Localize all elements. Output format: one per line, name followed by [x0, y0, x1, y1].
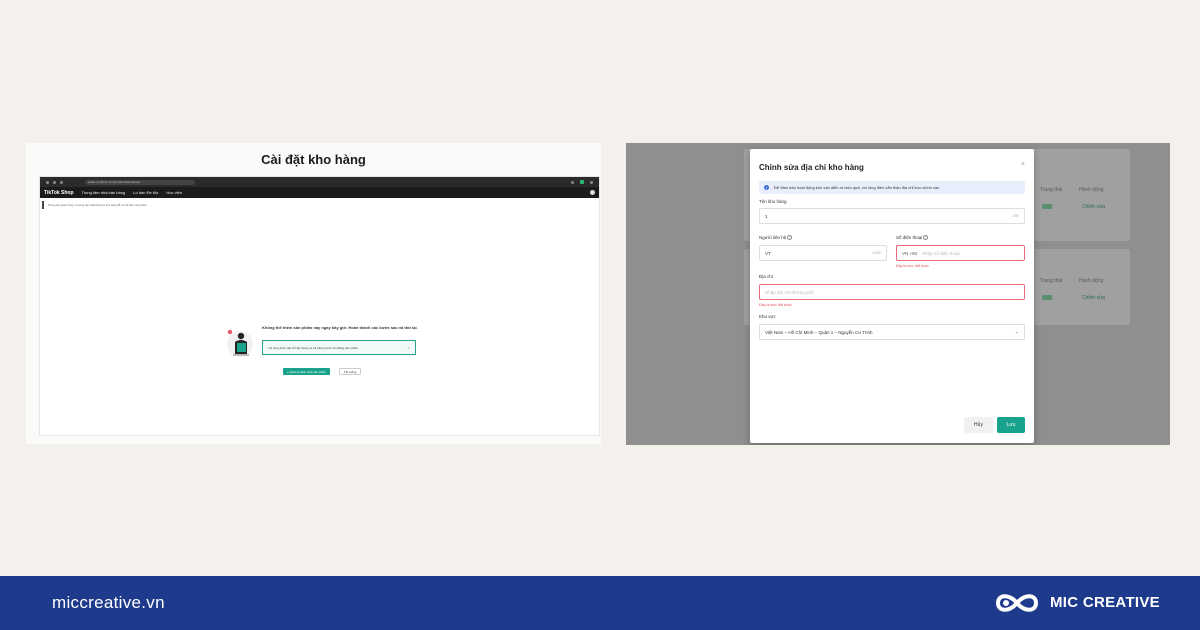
nav-title[interactable]: Trung tâm nhà bán hàng — [82, 190, 126, 195]
contact-label: Người liên hệ? — [759, 235, 793, 241]
address-error: Đây là mục bắt buộc — [759, 303, 792, 307]
right-screenshot: Trạng thái Hành động Chỉnh sửa Trạng thá… — [626, 143, 1170, 445]
info-text: Để đảm bảo hoạt động kho vận diễn ra hiệ… — [774, 185, 941, 190]
phone-label: Số điện thoại? — [896, 235, 929, 241]
download-button[interactable]: Tải xuống — [339, 368, 362, 375]
alert-text: Vui lòng thêm địa chỉ lấy hàng và trả hà… — [268, 345, 359, 350]
phone-prefix[interactable]: VN +84 — [902, 251, 917, 256]
modal-title: Chỉnh sửa địa chỉ kho hàng — [759, 163, 864, 172]
nav-link-0[interactable]: Lo bán Đề Mọ — [133, 190, 158, 195]
info-icon: i — [764, 185, 769, 190]
person-illustration-icon — [227, 329, 253, 357]
address-bar[interactable]: seller-vn.tiktok.com/product/warehouse — [85, 179, 195, 185]
shop-navbar: TikTok Shop Trung tâm nhà bán hàng Lo bá… — [40, 187, 599, 198]
help-icon[interactable]: ? — [787, 235, 793, 241]
bg-status-badge-2 — [1042, 295, 1052, 300]
region-label: Khu vực — [759, 314, 776, 319]
notice-text: Thông báo quan trọng: vui lòng cập nhật … — [48, 203, 148, 207]
region-value: Việt Nam – Hồ Chí Minh – Quận 1 – Nguyễn… — [765, 329, 873, 335]
bg-edit-link[interactable]: Chỉnh sửa — [1082, 204, 1105, 210]
left-title: Cài đặt kho hàng — [261, 152, 366, 167]
forward-icon[interactable] — [53, 180, 56, 184]
warehouse-name-count: 1/50 — [1012, 214, 1019, 218]
browser-toolbar: seller-vn.tiktok.com/product/warehouse — [40, 177, 599, 187]
address-input[interactable]: Nhập địa chỉ đường phố — [759, 284, 1025, 300]
manage-products-button[interactable]: + Quản lý danh sách sản phẩm — [283, 368, 330, 375]
bg-col-status-2: Trạng thái — [1040, 278, 1063, 284]
contact-count: 2/100 — [872, 251, 881, 255]
warehouse-name-label: Tên kho hàng — [759, 199, 787, 204]
footer-site-url[interactable]: miccreative.vn — [52, 593, 165, 613]
phone-placeholder: Nhập số điện thoại — [922, 250, 960, 256]
phone-error: Đây là mục bắt buộc — [896, 264, 929, 268]
bg-edit-link-2[interactable]: Chỉnh sửa — [1082, 295, 1105, 301]
contact-input[interactable]: VT 2/100 — [759, 245, 887, 261]
close-icon[interactable]: × — [1021, 161, 1025, 168]
warehouse-name-value: 1 — [765, 213, 768, 219]
tiktok-shop-logo[interactable]: TikTok Shop — [44, 190, 74, 196]
address-label: Địa chỉ — [759, 274, 773, 279]
contact-value: VT — [765, 250, 771, 256]
extension-green-icon[interactable] — [580, 180, 584, 184]
help-icon[interactable]: ? — [923, 235, 929, 241]
alert-box: Vui lòng thêm địa chỉ lấy hàng và trả hà… — [262, 340, 416, 355]
edit-warehouse-modal: Chỉnh sửa địa chỉ kho hàng × i Để đảm bả… — [750, 149, 1034, 443]
back-icon[interactable] — [46, 180, 49, 184]
chevron-down-icon: ⌄ — [1014, 329, 1019, 335]
phone-input[interactable]: VN +84 Nhập số điện thoại — [896, 245, 1025, 261]
bg-col-action-2: Hành động — [1079, 278, 1104, 284]
brand-name: MIC CREATIVE — [1050, 594, 1160, 611]
bg-col-action: Hành động — [1079, 187, 1104, 193]
info-banner: i Để đảm bảo hoạt động kho vận diễn ra h… — [759, 181, 1025, 194]
cancel-button[interactable]: Hủy — [964, 417, 993, 433]
warehouse-name-input[interactable]: 1 1/50 — [759, 208, 1025, 224]
address-placeholder: Nhập địa chỉ đường phố — [765, 289, 814, 295]
profile-icon[interactable] — [590, 180, 593, 184]
empty-state-title: Không thể thêm sản phẩm này ngay bây giờ… — [262, 325, 418, 330]
left-screenshot: Cài đặt kho hàng seller-vn.tiktok.com/pr… — [26, 143, 601, 444]
region-select[interactable]: Việt Nam – Hồ Chí Minh – Quận 1 – Nguyễn… — [759, 324, 1025, 340]
extension-icon[interactable] — [571, 180, 574, 184]
avatar[interactable] — [590, 190, 595, 195]
browser-window: seller-vn.tiktok.com/product/warehouse T… — [39, 176, 600, 436]
save-button[interactable]: Lưu — [997, 417, 1025, 433]
empty-state: Không thể thêm sản phẩm này ngay bây giờ… — [225, 324, 425, 379]
nav-link-1[interactable]: Học viện — [166, 190, 182, 195]
notice-banner: Thông báo quan trọng: vui lòng cập nhật … — [42, 201, 599, 209]
mic-creative-logo-icon — [995, 594, 1039, 612]
reload-icon[interactable] — [60, 180, 63, 184]
close-icon[interactable]: × — [408, 345, 410, 350]
bg-col-status: Trạng thái — [1040, 187, 1063, 193]
bg-status-badge — [1042, 204, 1052, 209]
footer-bar: miccreative.vn MIC CREATIVE — [0, 576, 1200, 630]
